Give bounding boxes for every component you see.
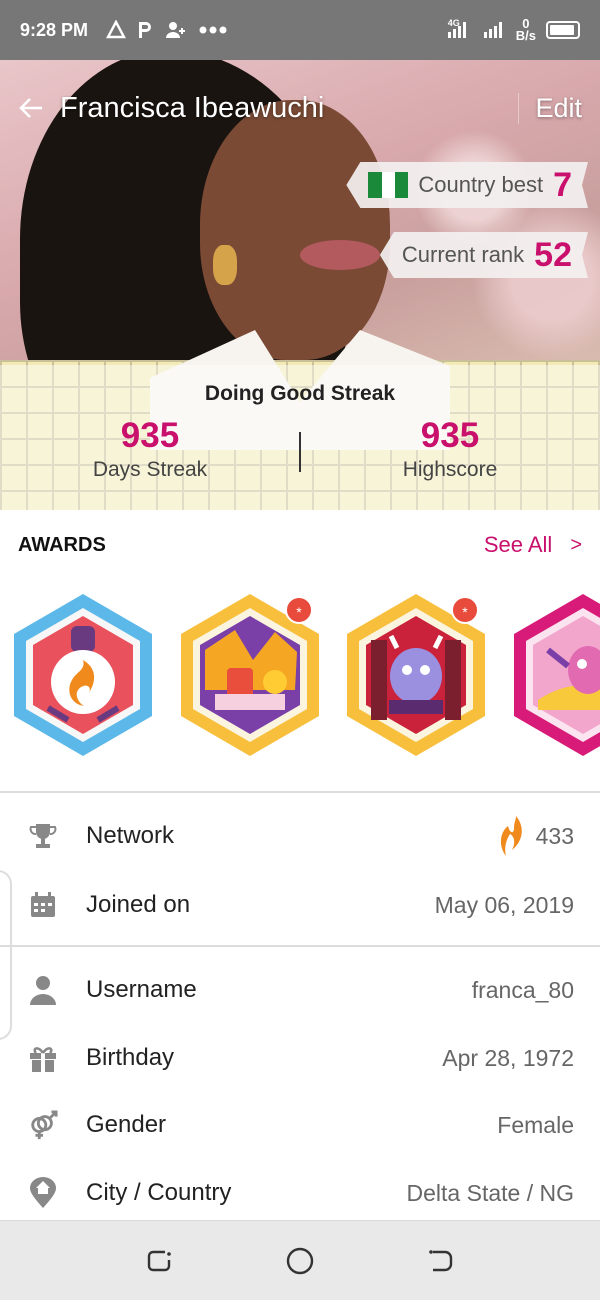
country-best-label: Country best xyxy=(418,172,544,197)
gender-icon xyxy=(28,1110,58,1140)
gender-label: Gender xyxy=(86,1111,167,1138)
award-badge-festival[interactable]: * xyxy=(175,590,325,760)
flag-stripe-left xyxy=(368,172,381,198)
net-speed: 0 B/s xyxy=(515,16,536,43)
streak-title: Doing Good Streak xyxy=(204,382,396,405)
flame-award-icon xyxy=(14,594,152,756)
award-badge-flame[interactable] xyxy=(8,590,158,760)
music-award-icon xyxy=(514,594,600,756)
photo-earring xyxy=(213,245,237,285)
flag-stripe-middle xyxy=(382,172,395,198)
profile-top-bar: Francisca Ibeawuchi Edit xyxy=(0,60,600,156)
profile-header: Francisca Ibeawuchi Edit Country best 7 … xyxy=(0,60,600,510)
network-value: 433 xyxy=(535,822,574,849)
flame-icon xyxy=(500,816,522,856)
photo-lips xyxy=(300,240,380,270)
current-rank-value: 52 xyxy=(534,235,572,274)
country-best-ribbon: Country best 7 xyxy=(346,162,588,208)
calendar-icon xyxy=(28,890,58,920)
days-streak-stat: 935 Days Streak xyxy=(0,416,300,482)
section-divider xyxy=(0,945,600,947)
info-row-username: Username franca_80 xyxy=(0,957,600,1023)
country-best-value: 7 xyxy=(553,165,572,204)
home-location-icon xyxy=(28,1177,58,1208)
city-label: City / Country xyxy=(86,1179,232,1206)
status-time: 9:28 PM xyxy=(20,19,89,40)
add-user-icon xyxy=(166,22,186,38)
info-row-gender: Gender Female xyxy=(0,1092,600,1158)
joined-value: May 06, 2019 xyxy=(434,891,574,918)
system-nav-bar xyxy=(0,1220,600,1300)
username-value: franca_80 xyxy=(471,976,574,1003)
award-badge-music[interactable] xyxy=(508,590,600,760)
highscore-value: 935 xyxy=(420,416,480,455)
network-type: 4G xyxy=(447,18,460,28)
current-rank-label: Current rank xyxy=(401,242,525,267)
awards-carousel[interactable]: * * xyxy=(0,590,600,770)
gift-icon xyxy=(28,1043,58,1073)
chevron-right-icon[interactable]: > xyxy=(570,534,582,557)
current-rank-ribbon: Current rank 52 xyxy=(380,232,588,278)
trophy-icon xyxy=(28,821,58,851)
home-icon[interactable] xyxy=(285,1246,315,1276)
back-icon[interactable] xyxy=(425,1246,455,1276)
more-dots-icon xyxy=(199,26,227,34)
network-label: Network xyxy=(86,822,175,849)
parking-icon xyxy=(139,22,152,38)
highscore-stat: 935 Highscore xyxy=(300,416,600,482)
flag-stripe-right xyxy=(395,172,408,198)
info-row-city: City / Country Delta State / NG xyxy=(0,1160,600,1226)
edit-button[interactable]: Edit xyxy=(518,92,582,124)
info-row-network: Network 433 xyxy=(0,803,600,869)
new-award-indicator: * xyxy=(451,596,479,624)
info-row-joined: Joined on May 06, 2019 xyxy=(0,872,600,938)
info-row-birthday: Birthday Apr 28, 1972 xyxy=(0,1025,600,1091)
gender-value: Female xyxy=(497,1111,574,1138)
highscore-label: Highscore xyxy=(402,458,498,481)
joined-label: Joined on xyxy=(86,891,191,918)
person-icon xyxy=(28,975,58,1005)
status-left-icons xyxy=(106,20,228,40)
status-right: 4G 0 B/s xyxy=(446,16,580,43)
awards-header: AWARDS See All > xyxy=(0,510,600,580)
birthday-value: Apr 28, 1972 xyxy=(442,1044,574,1071)
days-streak-label: Days Streak xyxy=(92,458,208,481)
section-divider xyxy=(0,791,600,793)
status-bar: 9:28 PM 4G 0 B/s xyxy=(0,0,600,60)
city-value: Delta State / NG xyxy=(406,1179,574,1206)
nigeria-flag-icon xyxy=(368,172,408,198)
awards-title: AWARDS xyxy=(18,533,106,556)
username-label: Username xyxy=(86,976,197,1003)
network-value-group: 433 xyxy=(498,814,574,858)
battery-icon xyxy=(546,21,580,39)
warning-triangle-icon xyxy=(106,20,127,39)
back-arrow-icon[interactable] xyxy=(18,95,44,121)
award-badge-monster-stage[interactable]: * xyxy=(341,590,491,760)
new-award-indicator: * xyxy=(285,596,313,624)
signal-bars-icon xyxy=(483,22,502,38)
profile-name: Francisca Ibeawuchi xyxy=(60,91,325,124)
recent-apps-icon[interactable] xyxy=(145,1246,175,1276)
days-streak-value: 935 xyxy=(120,416,180,455)
see-all-link[interactable]: See All xyxy=(484,532,553,558)
birthday-label: Birthday xyxy=(86,1044,175,1071)
